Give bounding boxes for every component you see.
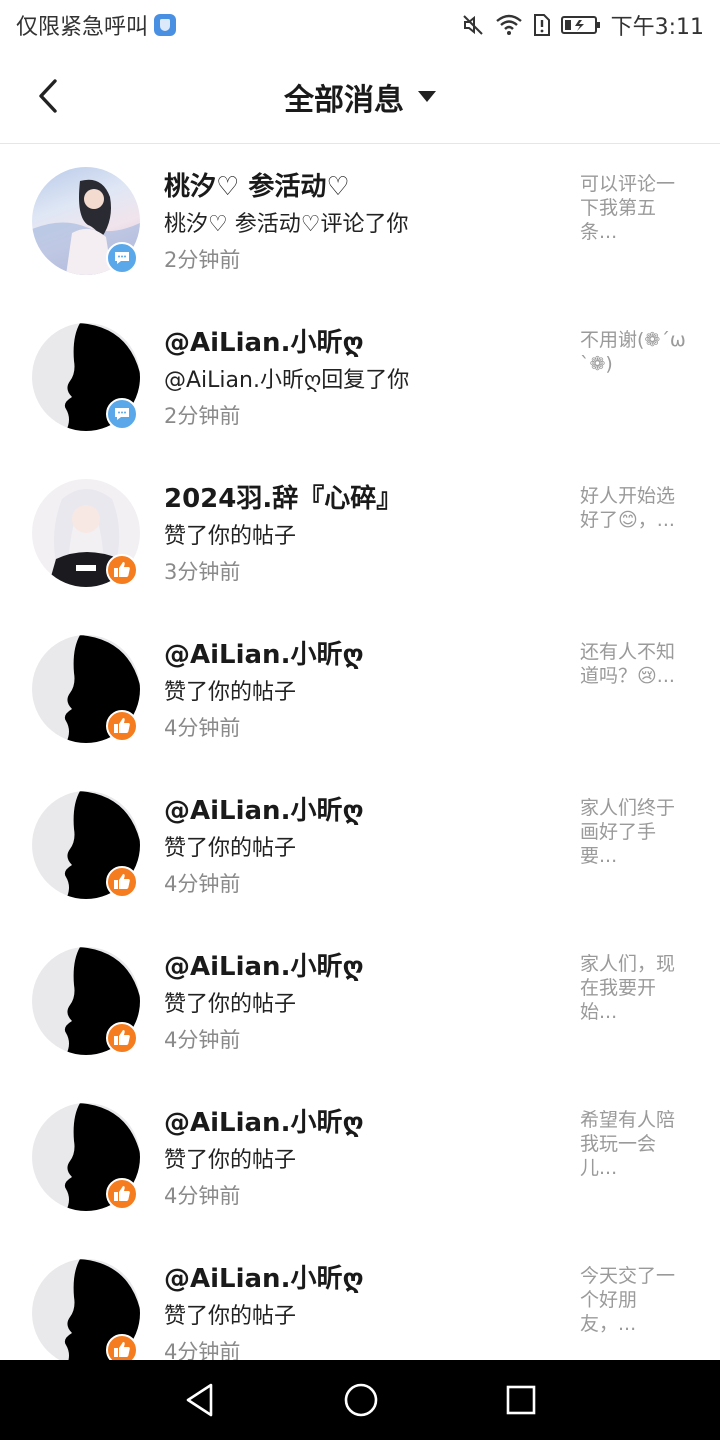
post-preview[interactable]: 好人开始选好了😊，... xyxy=(580,484,688,532)
message-time: 4分钟前 xyxy=(164,1028,241,1052)
message-action: 桃汐♡ 参活动♡评论了你 xyxy=(164,212,409,237)
message-time: 2分钟前 xyxy=(164,404,241,428)
status-left: 仅限紧急呼叫 xyxy=(16,9,177,41)
message-time: 4分钟前 xyxy=(164,716,241,740)
message-time: 3分钟前 xyxy=(164,560,241,584)
post-preview[interactable]: 家人们，现在我要开始... xyxy=(580,952,688,1024)
sender-name[interactable]: @AiLian.小昕ღ xyxy=(164,634,364,671)
post-preview[interactable]: 希望有人陪我玩一会儿... xyxy=(580,1108,688,1180)
like-badge xyxy=(106,1178,138,1210)
comment-badge xyxy=(106,398,138,430)
like-badge xyxy=(106,1022,138,1054)
sender-name[interactable]: @AiLian.小昕ღ xyxy=(164,946,364,983)
message-time: 4分钟前 xyxy=(164,872,241,896)
battery-icon xyxy=(560,16,600,34)
message-item[interactable]: 2024羽.辞『心碎』 赞了你的帖子 3分钟前 好人开始选好了😊，... xyxy=(0,456,720,612)
post-preview[interactable]: 可以评论一下我第五条... xyxy=(580,172,688,244)
sender-name[interactable]: 桃汐♡ 参活动♡ xyxy=(164,166,350,203)
carrier-text: 仅限紧急呼叫 xyxy=(16,15,149,40)
page-title: 全部消息 xyxy=(284,82,404,118)
thumbs-up-icon xyxy=(114,1030,130,1045)
message-item[interactable]: @AiLian.小昕ღ 赞了你的帖子 4分钟前 希望有人陪我玩一会儿... xyxy=(0,1080,720,1236)
back-button[interactable] xyxy=(28,76,68,116)
message-time: 4分钟前 xyxy=(164,1184,241,1208)
message-action: 赞了你的帖子 xyxy=(164,992,297,1017)
sender-name[interactable]: @AiLian.小昕ღ xyxy=(164,1102,364,1139)
shield-icon xyxy=(154,14,177,36)
sim-alert-icon xyxy=(533,14,550,36)
like-badge xyxy=(106,866,138,898)
post-preview[interactable]: 不用谢(❁´ω`❁) xyxy=(580,328,688,376)
wifi-icon xyxy=(495,14,522,35)
navigation-bar xyxy=(0,1360,720,1440)
message-time: 2分钟前 xyxy=(164,248,241,272)
post-preview[interactable]: 今天交了一个好朋友，... xyxy=(580,1264,688,1336)
message-item[interactable]: @AiLian.小昕ღ 赞了你的帖子 4分钟前 今天交了一个好朋友，... xyxy=(0,1236,720,1360)
caret-down-icon xyxy=(418,91,436,102)
nav-back-icon[interactable] xyxy=(183,1382,217,1418)
message-item[interactable]: @AiLian.小昕ღ 赞了你的帖子 4分钟前 还有人不知道吗？😢... xyxy=(0,612,720,768)
like-badge xyxy=(106,554,138,586)
thumbs-up-icon xyxy=(114,874,130,889)
message-item[interactable]: @AiLian.小昕ღ @AiLian.小昕ღ回复了你 2分钟前 不用谢(❁´ω… xyxy=(0,300,720,456)
comment-badge xyxy=(106,242,138,274)
message-list[interactable]: 桃汐♡ 参活动♡ 桃汐♡ 参活动♡评论了你 2分钟前 可以评论一下我第五条...… xyxy=(0,144,720,1360)
status-bar: 仅限紧急呼叫 下午3:11 xyxy=(0,0,720,50)
comment-icon xyxy=(115,252,129,264)
mute-icon xyxy=(462,15,483,35)
thumbs-up-icon xyxy=(114,562,130,577)
thumbs-up-icon xyxy=(114,718,130,733)
message-item[interactable]: 桃汐♡ 参活动♡ 桃汐♡ 参活动♡评论了你 2分钟前 可以评论一下我第五条... xyxy=(0,144,720,300)
message-action: 赞了你的帖子 xyxy=(164,836,297,861)
title-dropdown[interactable]: 全部消息 xyxy=(284,75,436,119)
message-action: 赞了你的帖子 xyxy=(164,680,297,705)
thumbs-up-icon xyxy=(114,1342,130,1357)
sender-name[interactable]: @AiLian.小昕ღ xyxy=(164,790,364,827)
post-preview[interactable]: 还有人不知道吗？😢... xyxy=(580,640,688,688)
message-item[interactable]: @AiLian.小昕ღ 赞了你的帖子 4分钟前 家人们，现在我要开始... xyxy=(0,924,720,1080)
sender-name[interactable]: @AiLian.小昕ღ xyxy=(164,1258,364,1295)
message-action: 赞了你的帖子 xyxy=(164,524,297,549)
message-action: 赞了你的帖子 xyxy=(164,1148,297,1173)
sender-name[interactable]: 2024羽.辞『心碎』 xyxy=(164,478,402,515)
clock-text: 下午3:11 xyxy=(610,15,704,40)
message-time: 4分钟前 xyxy=(164,1340,241,1360)
back-arrow-icon xyxy=(39,79,57,113)
like-badge xyxy=(106,1334,138,1360)
header: 全部消息 xyxy=(0,50,720,144)
message-action: @AiLian.小昕ღ回复了你 xyxy=(164,368,410,393)
nav-recents-icon[interactable] xyxy=(505,1384,537,1416)
status-right: 下午3:11 xyxy=(461,9,704,41)
message-action: 赞了你的帖子 xyxy=(164,1304,297,1329)
message-item[interactable]: @AiLian.小昕ღ 赞了你的帖子 4分钟前 家人们终于画好了手要... xyxy=(0,768,720,924)
post-preview[interactable]: 家人们终于画好了手要... xyxy=(580,796,688,868)
nav-home-icon[interactable] xyxy=(343,1382,379,1418)
comment-icon xyxy=(115,408,129,420)
like-badge xyxy=(106,710,138,742)
sender-name[interactable]: @AiLian.小昕ღ xyxy=(164,322,364,359)
thumbs-up-icon xyxy=(114,1186,130,1201)
